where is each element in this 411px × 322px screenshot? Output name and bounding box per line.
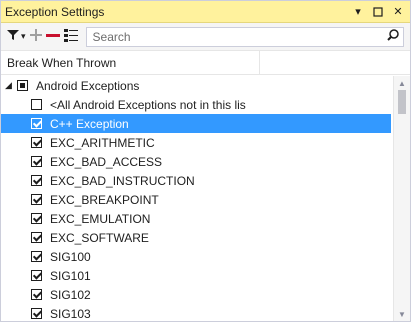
column-header-break-when-thrown[interactable]: Break When Thrown — [7, 51, 260, 74]
chevron-down-icon: ▾ — [21, 31, 26, 41]
search-icon[interactable] — [387, 29, 399, 44]
remove-button[interactable] — [45, 27, 60, 47]
maximize-icon[interactable] — [370, 4, 386, 20]
exception-settings-window: Exception Settings ▾ ✕ ▾ Search Break Wh… — [0, 0, 411, 322]
scroll-up-icon[interactable]: ▲ — [394, 76, 410, 90]
exception-checkbox[interactable] — [31, 251, 42, 262]
scroll-down-icon[interactable]: ▼ — [394, 307, 410, 321]
filter-button[interactable]: ▾ — [7, 27, 26, 47]
exception-label: EXC_BAD_ACCESS — [50, 154, 163, 169]
exception-checkbox[interactable] — [31, 137, 42, 148]
search-box[interactable] — [85, 26, 404, 47]
exception-checkbox[interactable] — [31, 175, 42, 186]
exception-row[interactable]: EXC_ARITHMETIC — [1, 133, 391, 152]
tree-group-android-exceptions[interactable]: ◢ Android Exceptions — [1, 76, 391, 95]
window-title: Exception Settings — [5, 4, 105, 19]
expand-icon[interactable]: ◢ — [5, 80, 17, 91]
exception-label: EXC_BAD_INSTRUCTION — [50, 173, 195, 188]
exception-label: EXC_BREAKPOINT — [50, 192, 159, 207]
exception-row[interactable]: EXC_SOFTWARE — [1, 228, 391, 247]
exception-checkbox[interactable] — [31, 194, 42, 205]
close-icon[interactable]: ✕ — [390, 4, 406, 20]
exception-checkbox[interactable] — [31, 213, 42, 224]
restore-list-icon — [63, 28, 78, 45]
exception-checkbox[interactable] — [31, 99, 42, 110]
exception-checkbox[interactable] — [31, 308, 42, 319]
exception-row[interactable]: SIG102 — [1, 285, 391, 304]
exception-row[interactable]: EXC_EMULATION — [1, 209, 391, 228]
exception-checkbox[interactable] — [31, 289, 42, 300]
add-button[interactable] — [29, 27, 42, 47]
exception-tree: ◢ Android Exceptions <All Android Except… — [1, 76, 391, 321]
exception-label: EXC_EMULATION — [50, 211, 151, 226]
title-bar: Exception Settings ▾ ✕ — [1, 1, 410, 23]
exception-checkbox[interactable] — [31, 156, 42, 167]
remove-icon — [45, 29, 60, 44]
exception-label: C++ Exception — [50, 116, 129, 131]
group-label: Android Exceptions — [36, 78, 140, 93]
exception-checkbox[interactable] — [31, 118, 42, 129]
group-checkbox[interactable] — [17, 80, 28, 91]
exception-row[interactable]: EXC_BREAKPOINT — [1, 190, 391, 209]
filter-icon — [7, 29, 19, 44]
exception-label: <All Android Exceptions not in this lis — [50, 97, 246, 112]
exception-row[interactable]: SIG101 — [1, 266, 391, 285]
exception-row[interactable]: EXC_BAD_ACCESS — [1, 152, 391, 171]
toolbar: ▾ — [1, 23, 410, 51]
exception-label: EXC_ARITHMETIC — [50, 135, 155, 150]
exception-row[interactable]: SIG100 — [1, 247, 391, 266]
exception-row[interactable]: <All Android Exceptions not in this lis — [1, 95, 391, 114]
dropdown-icon[interactable]: ▾ — [350, 4, 366, 20]
exception-label: SIG103 — [50, 306, 91, 321]
restore-list-button[interactable] — [63, 27, 78, 47]
exception-row[interactable]: C++ Exception — [1, 114, 391, 133]
exception-checkbox[interactable] — [31, 232, 42, 243]
search-input[interactable] — [90, 28, 387, 45]
vertical-scrollbar[interactable]: ▲ ▼ — [393, 76, 410, 321]
scrollbar-thumb[interactable] — [398, 90, 406, 114]
exception-row[interactable]: SIG103 — [1, 304, 391, 321]
exception-label: SIG100 — [50, 249, 91, 264]
exception-label: SIG102 — [50, 287, 91, 302]
exception-label: EXC_SOFTWARE — [50, 230, 149, 245]
column-header: Break When Thrown — [1, 51, 410, 75]
exception-label: SIG101 — [50, 268, 91, 283]
exception-row[interactable]: EXC_BAD_INSTRUCTION — [1, 171, 391, 190]
exception-checkbox[interactable] — [31, 270, 42, 281]
add-icon — [29, 29, 42, 44]
